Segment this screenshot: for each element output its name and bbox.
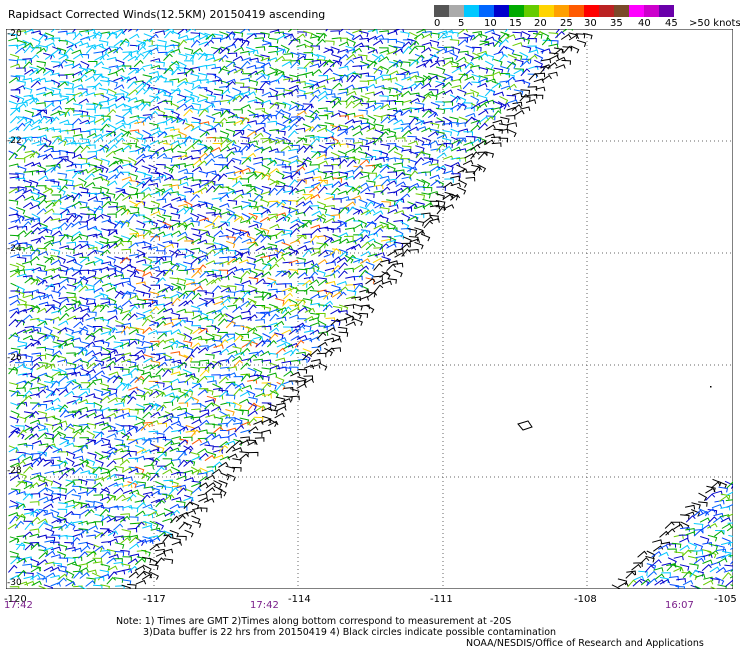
legend-tick: 30 [584,18,597,29]
chart-title: Rapidsact Corrected Winds(12.5KM) 201504… [8,8,326,21]
lat-label: -20 [7,29,22,39]
legend-swatch [464,5,479,17]
lat-label: -24 [7,244,22,254]
legend-tick: 35 [610,18,623,29]
notes: Note: 1) Times are GMT 2)Times along bot… [116,616,556,638]
legend-swatch [599,5,614,17]
lon-label: -108 [574,594,597,605]
legend-swatch [479,5,494,17]
note-line: Note: 1) Times are GMT 2)Times along bot… [116,616,512,627]
legend-swatch [524,5,539,17]
lat-label: -22 [7,136,22,146]
legend-swatch [449,5,464,17]
wind-map [6,29,733,589]
lat-label: -26 [7,353,22,363]
legend-tick: 10 [484,18,497,29]
legend-tick: >50 knots [689,18,740,29]
legend-tick: 45 [665,18,678,29]
legend-swatch [434,5,449,17]
legend-swatch [629,5,644,17]
legend-swatch [494,5,509,17]
legend-swatch [539,5,554,17]
lat-label: -28 [7,466,22,476]
time-label: 17:42 [4,600,33,611]
island-dot [710,386,712,388]
legend-swatch [554,5,569,17]
wind-speed-legend: 0 5 10 15 20 25 30 35 40 45 >50 knots [434,5,740,31]
legend-swatch [659,5,674,17]
lon-label: -105 [714,594,737,605]
lon-label: -114 [288,594,311,605]
legend-tick: 0 [434,18,441,29]
legend-swatch [509,5,524,17]
time-label: 17:42 [250,600,279,611]
note-line: 3)Data buffer is 22 hrs from 20150419 4)… [143,627,557,638]
legend-swatch [614,5,629,17]
legend-swatch [569,5,584,17]
legend-color-bar [434,5,674,17]
legend-tick: 5 [458,18,465,29]
legend-tick: 25 [560,18,573,29]
legend-tick: 15 [509,18,522,29]
time-label: 16:07 [665,600,694,611]
credit-text: NOAA/NESDIS/Office of Research and Appli… [466,638,704,649]
legend-tick: 20 [534,18,547,29]
legend-swatch [644,5,659,17]
lon-label: -111 [430,594,453,605]
lon-label: -117 [143,594,166,605]
lat-label: -30 [7,578,22,588]
wind-map-canvas [6,29,733,589]
legend-swatch [584,5,599,17]
legend-tick: 40 [638,18,651,29]
